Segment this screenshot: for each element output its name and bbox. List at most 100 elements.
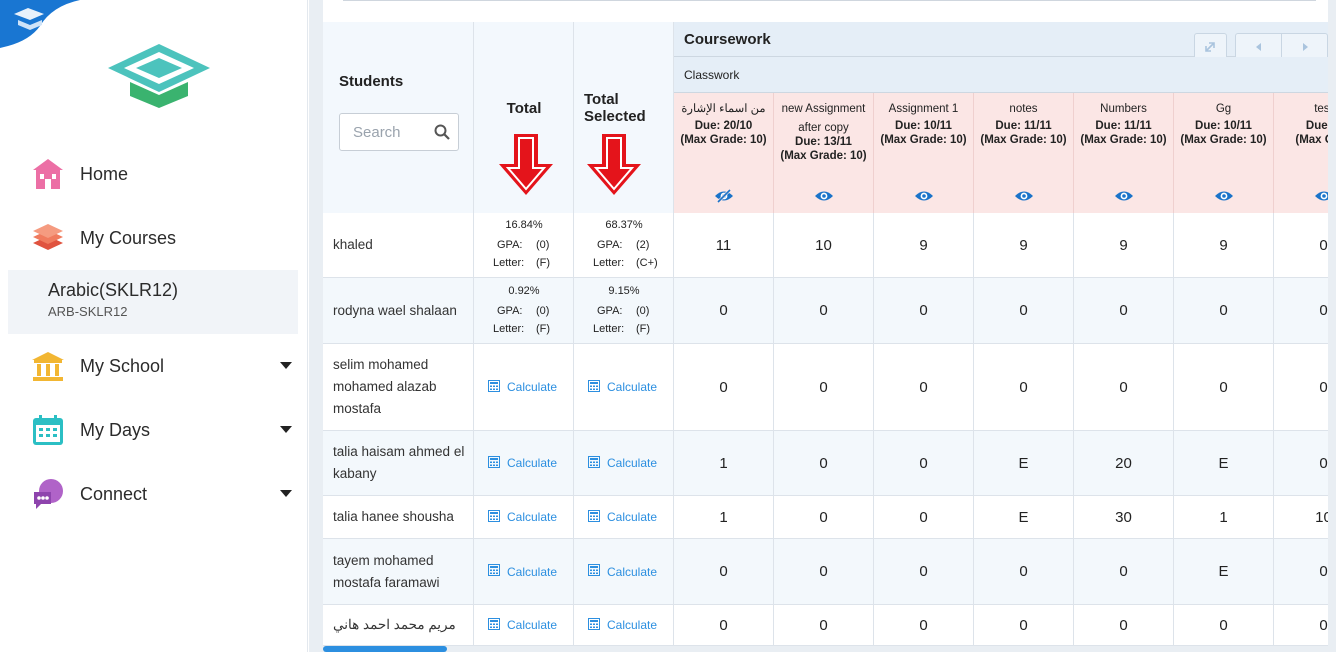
grade-cell[interactable]: 10 bbox=[774, 213, 874, 277]
eye-icon[interactable] bbox=[1114, 189, 1134, 208]
calculate-button[interactable]: Calculate bbox=[588, 509, 657, 525]
grade-cell[interactable]: 0 bbox=[674, 539, 774, 604]
assignment-header[interactable]: Assignment 1 Due: 10/11 (Max Grade: 10) bbox=[874, 93, 974, 213]
nav-my-courses[interactable]: My Courses bbox=[8, 214, 298, 262]
assignment-header[interactable]: new Assignment after copy Due: 13/11 (Max … bbox=[774, 93, 874, 213]
grade-cell[interactable]: 0 bbox=[1174, 344, 1274, 430]
grade-cell[interactable]: 0 bbox=[1274, 278, 1328, 343]
assignment-header[interactable]: notes Due: 11/11 (Max Grade: 10) bbox=[974, 93, 1074, 213]
student-name[interactable]: khaled bbox=[323, 213, 474, 277]
grade-cell[interactable]: 0 bbox=[1074, 539, 1174, 604]
grade-cell[interactable]: 20 bbox=[1074, 431, 1174, 495]
grade-cell[interactable]: E bbox=[1174, 431, 1274, 495]
grade-cell[interactable]: 0 bbox=[874, 496, 974, 538]
nav-my-school[interactable]: My School bbox=[8, 342, 298, 390]
grade-cell[interactable]: E bbox=[974, 496, 1074, 538]
nav-my-courses-label: My Courses bbox=[80, 227, 177, 248]
grade-cell[interactable]: 0 bbox=[874, 431, 974, 495]
chevron-down-icon[interactable] bbox=[280, 490, 292, 497]
assignment-header[interactable]: test Due: 1 (Max Grad bbox=[1274, 93, 1328, 213]
eye-icon[interactable] bbox=[1314, 189, 1328, 208]
eye-icon[interactable] bbox=[1014, 189, 1034, 208]
grade-cell[interactable]: 0 bbox=[874, 278, 974, 343]
student-name[interactable]: talia hanee shousha bbox=[323, 496, 474, 538]
grade-cell[interactable]: 11 bbox=[674, 213, 774, 277]
calculate-button[interactable]: Calculate bbox=[488, 455, 557, 471]
nav-connect-label: Connect bbox=[80, 483, 148, 504]
eye-hidden-icon[interactable] bbox=[714, 188, 734, 208]
nav-connect[interactable]: Connect bbox=[8, 470, 298, 518]
grade-cell[interactable]: 1 bbox=[1174, 496, 1274, 538]
grade-cell[interactable]: 1 bbox=[674, 496, 774, 538]
chevron-down-icon[interactable] bbox=[280, 426, 292, 433]
grade-cell[interactable]: 0 bbox=[674, 278, 774, 343]
grade-cell[interactable]: 0 bbox=[974, 605, 1074, 645]
student-name[interactable]: rodyna wael shalaan bbox=[323, 278, 474, 343]
grade-cell[interactable]: 0 bbox=[774, 344, 874, 430]
grade-cell[interactable]: 0 bbox=[774, 605, 874, 645]
grade-cell[interactable]: 0 bbox=[1274, 344, 1328, 430]
chevron-down-icon[interactable] bbox=[280, 362, 292, 369]
horizontal-scrollbar[interactable] bbox=[323, 646, 447, 652]
grade-cell[interactable]: 0 bbox=[1174, 278, 1274, 343]
total-header: Total bbox=[474, 22, 574, 213]
grade-cell[interactable]: 30 bbox=[1074, 496, 1174, 538]
assignment-due: Due: 10/11 bbox=[895, 120, 952, 132]
grade-cell[interactable]: 0 bbox=[1074, 605, 1174, 645]
student-name[interactable]: مريم محمد احمد هاني bbox=[323, 605, 474, 645]
calculate-button[interactable]: Calculate bbox=[488, 509, 557, 525]
calculate-button[interactable]: Calculate bbox=[588, 379, 657, 395]
search-icon[interactable] bbox=[434, 124, 450, 140]
nav-my-days[interactable]: My Days bbox=[8, 406, 298, 454]
grade-cell[interactable]: 9 bbox=[1174, 213, 1274, 277]
books-icon bbox=[30, 220, 66, 256]
calculate-label: Calculate bbox=[507, 618, 558, 632]
calculate-button[interactable]: Calculate bbox=[588, 617, 657, 633]
calculate-button[interactable]: Calculate bbox=[488, 617, 558, 633]
student-name[interactable]: tayem mohamed mostafa faramawi bbox=[323, 539, 474, 604]
grade-cell[interactable]: 0 bbox=[974, 344, 1074, 430]
assignment-header[interactable]: Gg Due: 10/11 (Max Grade: 10) bbox=[1174, 93, 1274, 213]
eye-icon[interactable] bbox=[914, 189, 934, 208]
calculate-button[interactable]: Calculate bbox=[588, 564, 657, 579]
calculate-button[interactable]: Calculate bbox=[488, 379, 557, 395]
calculate-button[interactable]: Calculate bbox=[588, 455, 658, 471]
grade-cell[interactable]: 9 bbox=[974, 213, 1074, 277]
grade-cell[interactable]: 0 bbox=[1074, 344, 1174, 430]
grade-cell[interactable]: 0 bbox=[1174, 605, 1274, 645]
grade-cell[interactable]: 0 bbox=[974, 539, 1074, 604]
grade-cell[interactable]: 0 bbox=[674, 605, 774, 645]
grade-cell[interactable]: 0 bbox=[1274, 539, 1328, 604]
grade-cell[interactable]: 0 bbox=[1274, 605, 1328, 645]
grade-cell[interactable]: E bbox=[1174, 539, 1274, 604]
grade-cell[interactable]: 0 bbox=[874, 344, 974, 430]
grade-cell[interactable]: 0 bbox=[1074, 278, 1174, 343]
assignment-header[interactable]: Numbers Due: 11/11 (Max Grade: 10) bbox=[1074, 93, 1174, 213]
grade-cell[interactable]: 0 bbox=[974, 278, 1074, 343]
calculate-button[interactable]: Calculate bbox=[488, 564, 557, 579]
assignment-header[interactable]: من اسماء الإشارة Due: 20/10 (Max Grade: 10… bbox=[674, 93, 774, 213]
eye-icon[interactable] bbox=[814, 189, 834, 208]
grade-cell[interactable]: 0 bbox=[874, 605, 974, 645]
grade-cell[interactable]: 0 bbox=[774, 496, 874, 538]
grade-cell[interactable]: 0 bbox=[774, 278, 874, 343]
calculate-label: Calculate bbox=[607, 456, 658, 470]
grade-cell[interactable]: 1 bbox=[674, 431, 774, 495]
grade-cell[interactable]: 9 bbox=[874, 213, 974, 277]
grade-cell[interactable]: 10 bbox=[1274, 496, 1328, 538]
grade-cell[interactable]: 9 bbox=[1074, 213, 1174, 277]
grade-cell[interactable]: 0 bbox=[674, 344, 774, 430]
course-arabic[interactable]: Arabic(SKLR12) ARB-SKLR12 bbox=[8, 270, 298, 334]
corner-logo-icon[interactable] bbox=[0, 0, 80, 48]
grade-cell[interactable]: 0 bbox=[774, 539, 874, 604]
search-input[interactable]: Search bbox=[339, 113, 459, 151]
student-name[interactable]: selim mohamed mohamed alazab mostafa bbox=[323, 344, 474, 430]
grade-cell[interactable]: 0 bbox=[1274, 431, 1328, 495]
student-name[interactable]: talia haisam ahmed el kabany bbox=[323, 431, 474, 495]
eye-icon[interactable] bbox=[1214, 189, 1234, 208]
grade-cell[interactable]: 0 bbox=[774, 431, 874, 495]
nav-home[interactable]: Home bbox=[8, 150, 298, 198]
grade-cell[interactable]: 0 bbox=[874, 539, 974, 604]
grade-cell[interactable]: 0 bbox=[1274, 213, 1328, 277]
grade-cell[interactable]: E bbox=[974, 431, 1074, 495]
